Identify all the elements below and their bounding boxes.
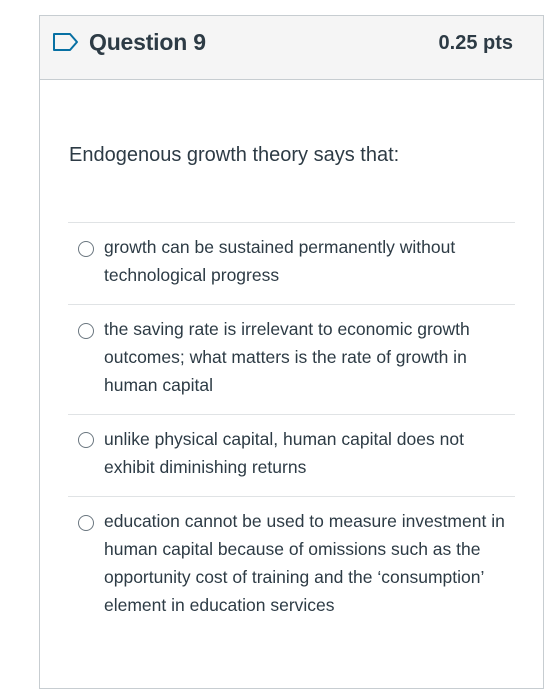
question-card: Question 9 0.25 pts Endogenous growth th… [39, 15, 544, 689]
radio-button[interactable] [78, 432, 94, 448]
answer-label[interactable]: education cannot be used to measure inve… [104, 507, 511, 619]
question-points: 0.25 pts [438, 32, 513, 54]
answer-option[interactable]: growth can be sustained permanently with… [68, 222, 515, 304]
answer-option[interactable]: education cannot be used to measure inve… [68, 496, 515, 661]
answer-option[interactable]: unlike physical capital, human capital d… [68, 414, 515, 496]
answer-label[interactable]: unlike physical capital, human capital d… [104, 425, 511, 481]
answer-label[interactable]: the saving rate is irrelevant to economi… [104, 315, 511, 399]
radio-button[interactable] [78, 241, 94, 257]
question-header: Question 9 0.25 pts [40, 16, 543, 80]
question-title: Question 9 [89, 29, 206, 55]
answer-label[interactable]: growth can be sustained permanently with… [104, 233, 511, 289]
flag-icon[interactable] [52, 32, 80, 52]
answer-option[interactable]: the saving rate is irrelevant to economi… [68, 304, 515, 414]
radio-button[interactable] [78, 323, 94, 339]
question-text: Endogenous growth theory says that: [69, 144, 400, 166]
radio-button[interactable] [78, 515, 94, 531]
answer-list: growth can be sustained permanently with… [68, 222, 515, 661]
